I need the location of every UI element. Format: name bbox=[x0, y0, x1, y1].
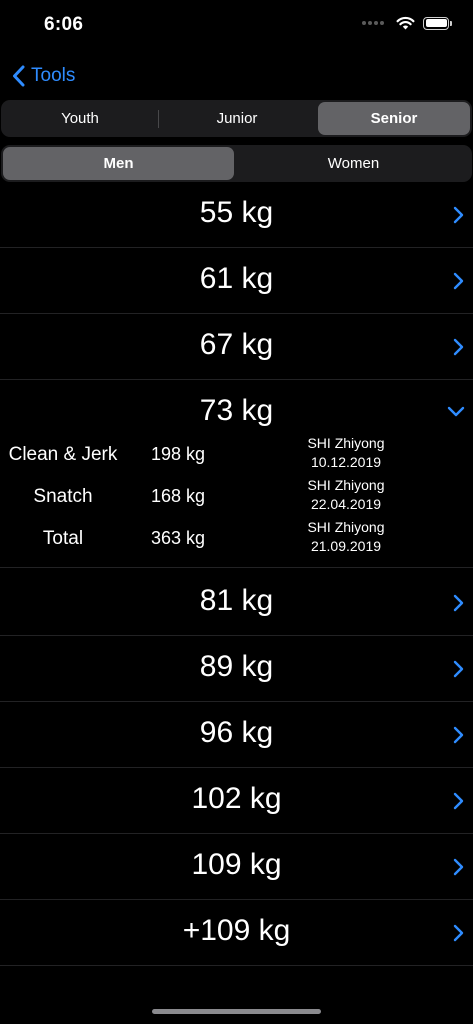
weight-class-row[interactable]: 109 kg bbox=[0, 834, 473, 900]
weight-class-header[interactable]: 73 kg bbox=[0, 380, 473, 440]
record-snatch: Snatch 168 kg SHI Zhiyong 22.04.2019 bbox=[0, 476, 473, 516]
weight-class-label: 55 kg bbox=[199, 196, 274, 229]
weight-class-row[interactable]: 61 kg bbox=[0, 248, 473, 314]
weight-class-list-continued: 81 kg 89 kg 96 kg 102 kg 109 kg +109 kg bbox=[0, 570, 473, 966]
record-date: 10.12.2019 bbox=[310, 454, 382, 470]
weight-class-row[interactable]: 81 kg bbox=[0, 570, 473, 636]
segment-senior[interactable]: Senior bbox=[318, 102, 470, 135]
segment-men[interactable]: Men bbox=[3, 147, 234, 180]
record-lift-name: Total bbox=[42, 528, 84, 549]
chevron-right-icon bbox=[453, 272, 464, 290]
wifi-icon bbox=[396, 16, 415, 30]
chevron-right-icon bbox=[453, 792, 464, 810]
record-holder-name: SHI Zhiyong bbox=[307, 519, 385, 535]
status-icons bbox=[362, 16, 452, 30]
record-lift-name: Snatch bbox=[33, 486, 93, 507]
gender-segmented-control: Men Women bbox=[1, 145, 472, 182]
weight-class-row[interactable]: +109 kg bbox=[0, 900, 473, 966]
record-date: 22.04.2019 bbox=[310, 496, 382, 512]
record-clean-and-jerk: Clean & Jerk 198 kg SHI Zhiyong 10.12.20… bbox=[0, 434, 473, 474]
weight-class-label: +109 kg bbox=[182, 914, 291, 947]
weight-class-label: 73 kg bbox=[199, 394, 274, 427]
record-date: 21.09.2019 bbox=[310, 538, 382, 554]
weight-class-row[interactable]: 102 kg bbox=[0, 768, 473, 834]
chevron-left-icon bbox=[13, 65, 25, 87]
record-total: Total 363 kg SHI Zhiyong 21.09.2019 bbox=[0, 518, 473, 558]
chevron-right-icon bbox=[453, 594, 464, 612]
weight-class-label: 109 kg bbox=[191, 848, 282, 881]
signal-dots-icon bbox=[362, 21, 384, 25]
chevron-right-icon bbox=[453, 924, 464, 942]
weight-class-label: 61 kg bbox=[199, 262, 274, 295]
record-weight: 198 kg bbox=[150, 444, 206, 464]
weight-class-row[interactable]: 96 kg bbox=[0, 702, 473, 768]
back-button-label: Tools bbox=[31, 65, 76, 86]
chevron-right-icon bbox=[453, 660, 464, 678]
weight-class-label: 102 kg bbox=[191, 782, 282, 815]
home-indicator[interactable] bbox=[152, 1009, 321, 1014]
chevron-right-icon bbox=[453, 726, 464, 744]
record-holder-block: SHI Zhiyong 10.12.2019 bbox=[280, 434, 412, 472]
weight-class-row[interactable]: 55 kg bbox=[0, 182, 473, 248]
segment-youth[interactable]: Youth bbox=[3, 102, 157, 135]
weight-class-label: 67 kg bbox=[199, 328, 274, 361]
record-holder-name: SHI Zhiyong bbox=[307, 435, 385, 451]
weight-class-row[interactable]: 89 kg bbox=[0, 636, 473, 702]
chevron-right-icon bbox=[453, 858, 464, 876]
chevron-right-icon bbox=[453, 338, 464, 356]
weight-class-row[interactable]: 67 kg bbox=[0, 314, 473, 380]
segment-junior[interactable]: Junior bbox=[159, 102, 315, 135]
record-holder-block: SHI Zhiyong 22.04.2019 bbox=[280, 476, 412, 514]
status-bar: 6:06 bbox=[0, 0, 473, 52]
weight-class-label: 81 kg bbox=[199, 584, 274, 617]
segment-women[interactable]: Women bbox=[237, 147, 470, 180]
record-weight: 363 kg bbox=[150, 528, 206, 548]
chevron-down-icon bbox=[447, 406, 465, 417]
record-lift-name: Clean & Jerk bbox=[8, 444, 118, 465]
battery-icon bbox=[423, 16, 452, 30]
record-weight: 168 kg bbox=[150, 486, 206, 506]
status-time: 6:06 bbox=[44, 14, 84, 35]
record-holder-name: SHI Zhiyong bbox=[307, 477, 385, 493]
record-holder-block: SHI Zhiyong 21.09.2019 bbox=[280, 518, 412, 556]
back-button[interactable]: Tools bbox=[12, 60, 75, 92]
weight-class-label: 96 kg bbox=[199, 716, 274, 749]
age-group-segmented-control: Youth Junior Senior bbox=[1, 100, 472, 137]
chevron-right-icon bbox=[453, 206, 464, 224]
weight-class-label: 89 kg bbox=[199, 650, 274, 683]
